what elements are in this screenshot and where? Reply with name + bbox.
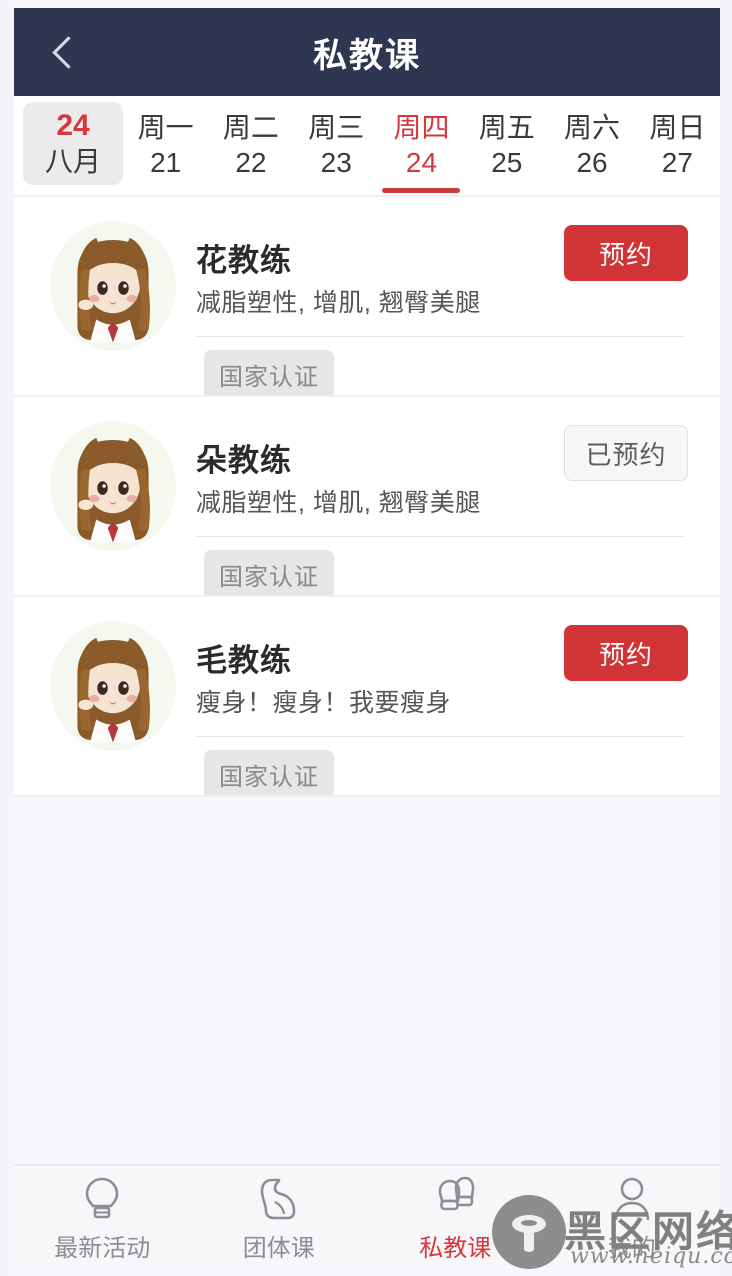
card-divider (196, 536, 684, 537)
date-num-label: 23 (320, 147, 352, 178)
date-num-label: 24 (405, 147, 438, 178)
date-num-label: 25 (491, 147, 523, 178)
coach-name: 毛教练 (196, 643, 292, 678)
date-strip: 24 八月 周一 21 周二 22 周三 23 周四 24 周五 25 周六 2… (14, 96, 720, 195)
date-dow-label: 周四 (393, 111, 450, 143)
date-dow-label: 周二 (222, 111, 279, 143)
coach-avatar-icon (52, 221, 174, 351)
flexed-biceps-icon (258, 1176, 300, 1222)
app-header: 私教课 (14, 8, 720, 96)
date-num-label: 26 (576, 147, 608, 178)
empty-list-area (14, 795, 720, 1170)
page-edge-left (0, 0, 14, 1276)
coach-avatar-icon (52, 621, 174, 751)
date-active-underline (382, 188, 461, 193)
date-dow-label: 周三 (308, 111, 365, 143)
coach-card[interactable]: 朵教练 减脂塑性, 增肌, 翘臀美腿 国家认证 已预约 (14, 395, 720, 600)
tab-profile[interactable]: 我的 (544, 1166, 721, 1268)
lightbulb-icon (82, 1176, 122, 1222)
page-edge-right (720, 0, 732, 1276)
page-title: 私教课 (313, 36, 421, 75)
tab-group-class[interactable]: 团体课 (191, 1166, 368, 1268)
avatar (42, 415, 182, 560)
date-dow-label: 周五 (478, 111, 535, 143)
date-dow-label: 周日 (649, 111, 706, 143)
tab-label: 我的 (607, 1234, 656, 1262)
tab-label: 团体课 (242, 1234, 315, 1262)
coach-info: 朵教练 减脂塑性, 增肌, 翘臀美腿 国家认证 已预约 (196, 397, 700, 600)
bottom-nav: 最新活动 团体课 私教课 我的 (14, 1164, 720, 1268)
tab-personal-training[interactable]: 私教课 (367, 1166, 544, 1268)
date-num-label: 27 (661, 147, 693, 178)
date-today-day: 24 (56, 108, 90, 142)
date-dow-label: 周六 (564, 111, 621, 143)
book-button[interactable]: 预约 (564, 625, 688, 681)
date-cell-wed[interactable]: 周三 23 (294, 96, 379, 195)
certification-badge: 国家认证 (204, 550, 334, 600)
chevron-left-icon (51, 35, 85, 69)
coach-specialties: 减脂塑性, 增肌, 翘臀美腿 (196, 289, 481, 317)
tab-label: 私教课 (419, 1234, 492, 1262)
date-num-label: 22 (235, 147, 267, 178)
back-button[interactable] (36, 23, 94, 81)
date-today-month: 八月 (44, 146, 101, 178)
card-divider (196, 736, 684, 737)
coach-name: 朵教练 (196, 443, 292, 478)
coach-card[interactable]: 花教练 减脂塑性, 增肌, 翘臀美腿 国家认证 预约 (14, 195, 720, 400)
coach-avatar-icon (52, 421, 174, 551)
coach-info: 花教练 减脂塑性, 增肌, 翘臀美腿 国家认证 预约 (196, 197, 700, 400)
boxing-gloves-icon (431, 1176, 479, 1222)
date-cell-sat[interactable]: 周六 26 (549, 96, 634, 195)
date-num-label: 21 (150, 147, 182, 178)
date-today-chip[interactable]: 24 八月 (23, 102, 123, 185)
avatar (42, 615, 182, 760)
coach-name: 花教练 (196, 243, 292, 278)
date-cell-tue[interactable]: 周二 22 (208, 96, 293, 195)
person-icon (612, 1176, 652, 1222)
book-button[interactable]: 预约 (564, 225, 688, 281)
app-root: 私教课 24 八月 周一 21 周二 22 周三 23 周四 24 周五 25 (0, 0, 732, 1276)
tab-latest-activity[interactable]: 最新活动 (14, 1166, 191, 1268)
coach-list: 花教练 减脂塑性, 增肌, 翘臀美腿 国家认证 预约 朵教练 减脂塑性, 增肌,… (14, 195, 720, 800)
certification-badge: 国家认证 (204, 750, 334, 800)
tab-label: 最新活动 (54, 1234, 151, 1262)
date-cell-sun[interactable]: 周日 27 (635, 96, 720, 195)
date-cell-fri[interactable]: 周五 25 (464, 96, 549, 195)
avatar (42, 215, 182, 360)
date-cell-thu[interactable]: 周四 24 (379, 96, 464, 195)
coach-info: 毛教练 瘦身！瘦身！我要瘦身 国家认证 预约 (196, 597, 700, 800)
certification-badge: 国家认证 (204, 350, 334, 400)
date-cell-mon[interactable]: 周一 21 (123, 96, 208, 195)
coach-card[interactable]: 毛教练 瘦身！瘦身！我要瘦身 国家认证 预约 (14, 595, 720, 800)
coach-specialties: 瘦身！瘦身！我要瘦身 (196, 689, 452, 717)
date-dow-label: 周一 (137, 111, 194, 143)
coach-specialties: 减脂塑性, 增肌, 翘臀美腿 (196, 489, 481, 517)
card-divider (196, 336, 684, 337)
book-button[interactable]: 已预约 (564, 425, 688, 481)
